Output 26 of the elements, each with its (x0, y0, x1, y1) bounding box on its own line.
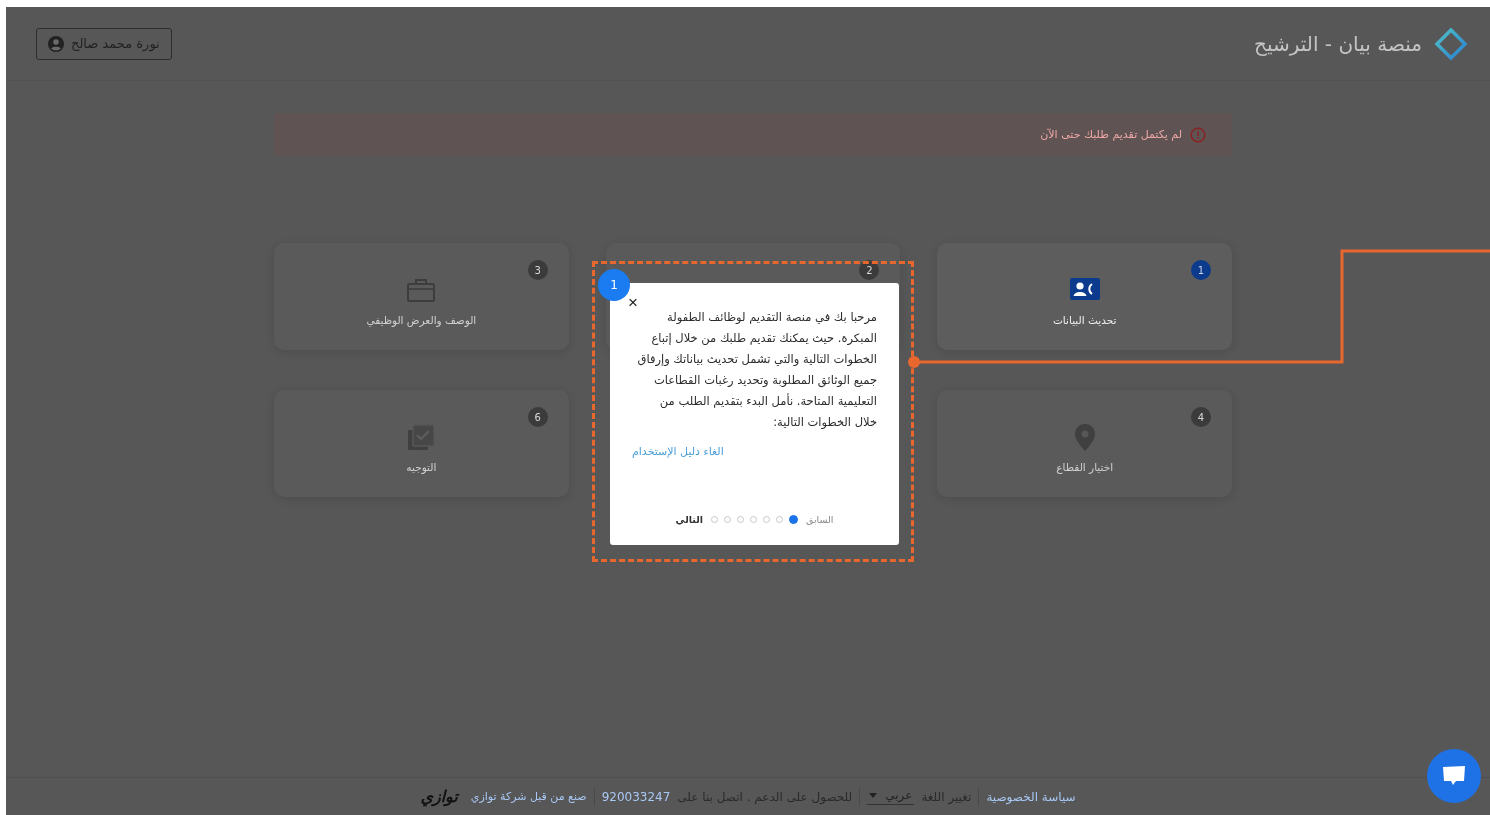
step-label: التوجيه (406, 461, 437, 473)
step-number: 2 (859, 260, 880, 280)
step-label: اختيار القطاع (1056, 461, 1114, 473)
caret-icon (869, 792, 878, 798)
step-number: 1 (1191, 260, 1211, 280)
close-button[interactable]: × (628, 294, 638, 311)
step-number: 4 (1191, 407, 1211, 427)
step-number: 3 (527, 260, 548, 280)
step-label: الوصف والعرض الوظيفي (366, 314, 477, 326)
warning-icon (1190, 126, 1206, 143)
alert-message: لم يكتمل تقديم طلبك حتى الآن (1040, 128, 1182, 141)
step-dot[interactable] (789, 515, 798, 524)
diamond-logo-icon (1434, 26, 1468, 61)
step-number: 6 (527, 407, 548, 427)
user-icon (48, 35, 64, 52)
tour-message: مرحبا بك في منصة التقديم لوظائف الطفولة المبكرة. حيث يمكنك تقديم طلبك من خلال إتباع الخطوات التالية والتي تشمل تحديث بياناتك وإرفاق جميع الوثائق المطلوبة وتحديد رغبات القطاعات التعليمية المتاحة. نأمل البدء بتقديم الطلب من خلال الخطوات التالية: (636, 309, 877, 431)
phone-link[interactable]: 920033247 (601, 789, 671, 804)
privacy-link[interactable]: سياسة الخصوصية (986, 789, 1076, 804)
company-logo: توازي (420, 787, 458, 806)
step-label: تحديث البيانات (1052, 314, 1117, 326)
company-link[interactable]: صنع من قبل شركة توازي (470, 790, 587, 803)
skip-tour-link[interactable]: الغاء دليل الإستخدام (632, 445, 724, 458)
next-button[interactable]: التالي (673, 514, 705, 525)
chat-button[interactable] (1427, 749, 1481, 803)
step-badge: 1 (598, 269, 630, 301)
app-title: منصة بيان - الترشيح (1254, 31, 1422, 56)
